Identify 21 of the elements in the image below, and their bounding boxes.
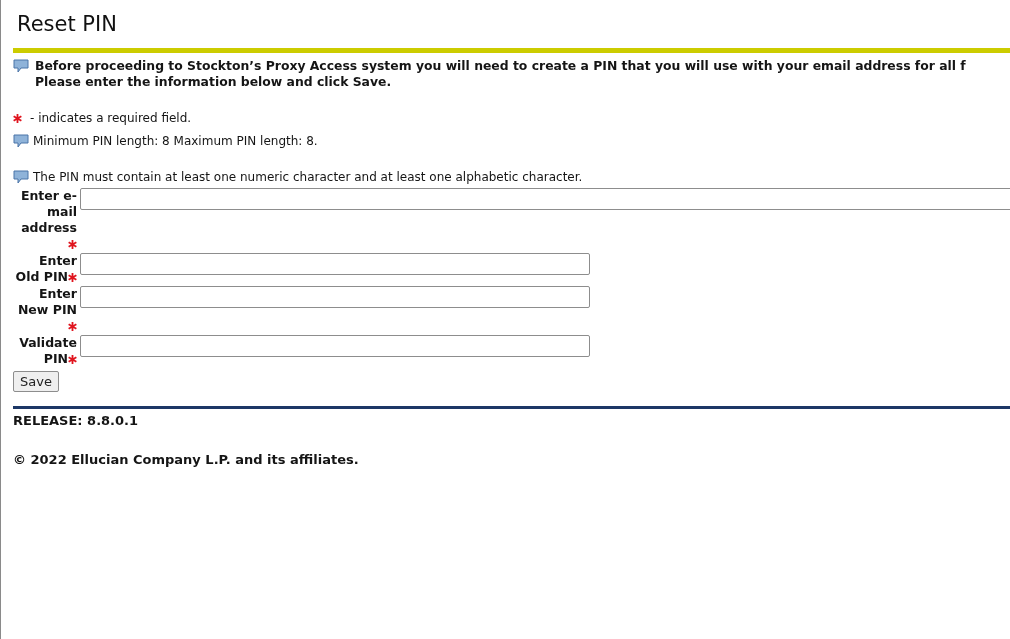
note-text: Minimum PIN length: 8 Maximum PIN length: 8. bbox=[33, 133, 318, 149]
note-text: The PIN must contain at least one numeric character and at least one alphabetic character. bbox=[33, 169, 583, 185]
speech-bubble-icon bbox=[13, 134, 29, 148]
required-legend: - indicates a required field. bbox=[30, 110, 192, 126]
release-text: RELEASE: 8.8.0.1 bbox=[13, 413, 140, 428]
speech-bubble-icon bbox=[13, 170, 29, 184]
field-label: Validate PIN bbox=[19, 335, 77, 366]
input-field[interactable] bbox=[80, 253, 590, 275]
save-button[interactable]: Save bbox=[13, 371, 59, 392]
asterisk-icon bbox=[13, 113, 22, 123]
field-label: Enter e-mail address bbox=[20, 188, 77, 235]
input-field[interactable] bbox=[80, 188, 1010, 210]
copyright-text: © 2022 Ellucian Company L.P. and its affiliates. bbox=[13, 452, 360, 467]
speech-bubble-icon bbox=[13, 59, 29, 73]
field-label: Enter Old PIN bbox=[15, 253, 77, 284]
instruction-text: Please enter the information below and click Save. bbox=[35, 74, 393, 90]
field-label: Enter New PIN bbox=[17, 286, 77, 317]
instruction-text: Before proceeding to Stockton’s Proxy Access system you will need to create a PIN that you will use with your email address for all f bbox=[35, 58, 966, 74]
input-field[interactable] bbox=[80, 335, 590, 357]
page-title: Reset PIN bbox=[16, 11, 118, 38]
input-field[interactable] bbox=[80, 286, 590, 308]
